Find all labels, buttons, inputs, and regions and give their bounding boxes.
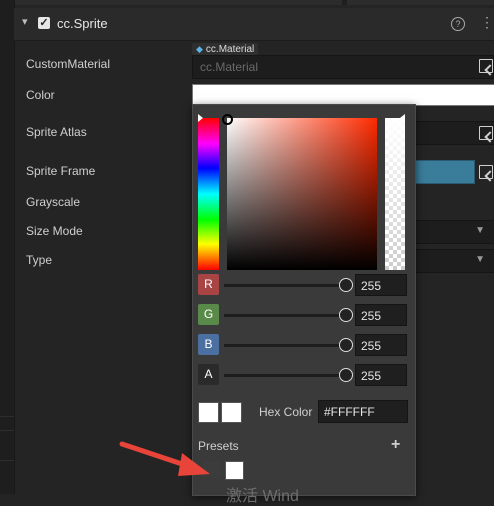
hue-slider[interactable] [198,118,219,270]
prop-label-custommaterial: CustomMaterial [26,57,111,71]
left-gutter [0,0,15,494]
chevron-down-icon: ▼ [475,254,485,265]
top-edge-strip [0,0,494,5]
more-options-icon[interactable]: ⋮ [480,14,494,31]
channel-a-knob[interactable] [339,368,353,382]
watermark-text: 激活 Wind [226,488,299,505]
alpha-gradient [385,118,405,270]
hex-color-label: Hex Color [259,405,313,419]
channel-b-input[interactable]: 255 [355,334,407,356]
hue-marker-icon[interactable] [198,114,203,122]
frame-picker-icon[interactable] [479,165,493,179]
channel-b-badge: B [198,334,219,355]
help-icon[interactable]: ? [451,17,465,31]
custom-material-field[interactable]: cc.Material [192,55,494,79]
channel-a-track[interactable] [224,374,348,377]
channel-r-badge: R [198,274,219,295]
channel-a-value: 255 [361,369,382,383]
preset-swatch-white[interactable] [225,461,244,480]
prop-label-size-mode: Size Mode [26,224,83,238]
alpha-marker-icon[interactable] [400,114,405,122]
annotation-arrow-icon [119,441,210,476]
chevron-down-icon: ▼ [475,225,485,236]
enable-checkbox[interactable]: ✓ [38,17,50,29]
diamond-icon: ◆ [196,44,203,54]
add-preset-button[interactable]: + [391,436,400,454]
color-field[interactable] [192,84,494,106]
channel-b-value: 255 [361,339,382,353]
material-placeholder: cc.Material [200,60,259,74]
atlas-picker-icon[interactable] [479,126,493,140]
prop-label-sprite-frame: Sprite Frame [26,164,96,178]
prop-label-type: Type [26,253,53,267]
material-picker-icon[interactable] [479,59,493,73]
channel-g-input[interactable]: 255 [355,304,407,326]
channel-b-track[interactable] [224,344,348,347]
channel-r-knob[interactable] [339,278,353,292]
saturation-handle[interactable] [222,114,233,125]
material-tag-label: cc.Material [205,44,255,55]
channel-g-knob[interactable] [339,308,353,322]
material-type-tag: ◆ cc.Material [192,43,259,55]
channel-a-input[interactable]: 255 [355,364,407,386]
prop-label-color: Color [26,88,55,102]
channel-g-badge: G [198,304,219,325]
channel-a-badge: A [198,364,219,385]
channel-g-value: 255 [361,309,382,323]
channel-b-knob[interactable] [339,338,353,352]
saturation-value-area[interactable] [227,118,377,270]
channel-g-track[interactable] [224,314,348,317]
current-color-swatch [198,402,219,423]
component-title: cc.Sprite [57,16,108,31]
collapse-chevron-icon[interactable]: ▾ [22,15,28,28]
hex-color-input[interactable]: #FFFFFF [318,400,408,423]
channel-r-input[interactable]: 255 [355,274,407,296]
prop-label-sprite-atlas: Sprite Atlas [26,125,87,139]
channel-r-value: 255 [361,279,382,293]
prop-label-grayscale: Grayscale [26,195,81,209]
previous-color-swatch[interactable] [221,402,242,423]
channel-r-track[interactable] [224,284,348,287]
hex-color-value: #FFFFFF [324,405,375,419]
